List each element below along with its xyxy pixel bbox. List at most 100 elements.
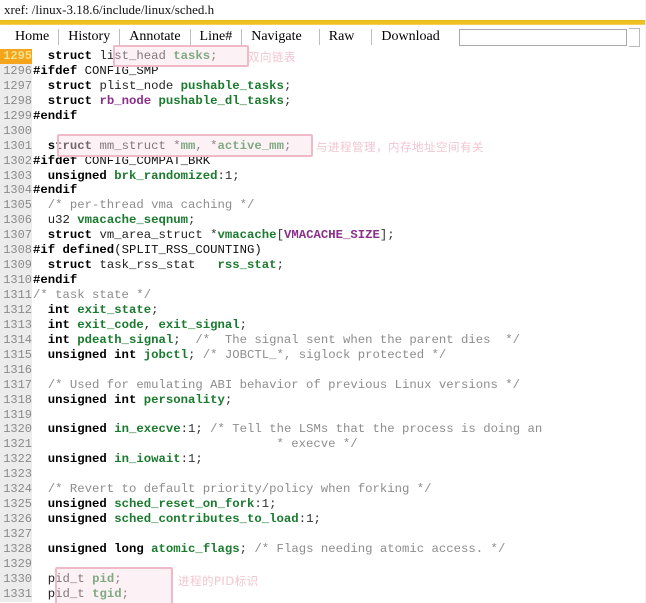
line-number[interactable]: 1330 [0,571,32,587]
code-symbol[interactable]: brk_randomized [114,169,217,183]
code-token: /* The signal sent when the parent dies … [195,332,521,347]
code-symbol[interactable]: in_iowait [114,452,180,466]
code-token: CONFIG_COMPAT_BRK [77,153,211,168]
line-number[interactable]: 1304 [0,183,32,199]
code-line: 1329 [0,556,646,572]
code-line: 1321 * execve */ [0,437,646,453]
menu-item-annotate[interactable]: Annotate [120,27,189,47]
code-symbol[interactable]: exit_code [77,318,143,332]
code-token: /* Flags needing atomic access. */ [254,541,506,556]
code-token: (SPLIT_RSS_COUNTING) [114,243,262,258]
line-number[interactable]: 1305 [0,198,32,214]
menu-item-line-number[interactable]: Line# [191,27,242,47]
line-number[interactable]: 1315 [0,347,32,363]
code-symbol[interactable]: pushable_dl_tasks [158,94,283,108]
menu-item-navigate[interactable]: Navigate [242,27,311,47]
code-symbol[interactable]: tgid [92,587,122,601]
line-number[interactable]: 1329 [0,556,32,572]
code-line: 1306 u32 vmacache_seqnum; [0,213,646,229]
code-token: pid_t [47,586,85,601]
code-symbol[interactable]: vmacache_seqnum [77,213,188,227]
line-number[interactable]: 1328 [0,541,32,557]
menu-item-download[interactable]: Download [372,27,448,47]
code-token: unsigned long [47,541,144,556]
line-number[interactable]: 1320 [0,422,32,438]
code-token: * execve */ [33,437,358,452]
line-number[interactable]: 1300 [0,123,32,139]
line-number[interactable]: 1322 [0,452,32,468]
code-symbol[interactable]: vmacache [218,228,277,242]
code-token: ; [173,332,196,347]
code-symbol[interactable]: pid [92,572,114,586]
menu-item-home[interactable]: Home [6,27,58,47]
code-line: 1323 [0,467,646,483]
line-number[interactable]: 1317 [0,377,32,393]
code-token: ; [121,586,129,601]
line-number[interactable]: 1295 [0,49,32,64]
search-submit-button[interactable] [628,27,640,47]
code-symbol[interactable]: pushable_tasks [181,79,284,93]
line-number[interactable]: 1327 [0,527,32,542]
code-token: ; [239,541,255,556]
code-symbol[interactable]: sched_contributes_to_load [114,512,298,526]
code-symbol[interactable]: atomic_flags [151,542,240,556]
code-token: #endif [33,108,78,123]
code-token: unsigned [47,452,107,467]
code-token: list_head [99,49,166,63]
line-number[interactable]: 1312 [0,302,32,318]
line-number[interactable]: 1310 [0,273,32,289]
code-symbol[interactable]: jobctl [144,348,188,362]
line-number[interactable]: 1319 [0,407,32,423]
line-number[interactable]: 1298 [0,93,32,109]
code-symbol[interactable]: pdeath_signal [77,333,173,347]
line-number[interactable]: 1308 [0,243,32,259]
line-number[interactable]: 1313 [0,317,32,333]
line-number[interactable]: 1301 [0,138,32,154]
code-token: ; [210,49,218,63]
line-number[interactable]: 1302 [0,153,32,169]
code-symbol[interactable]: exit_state [77,303,151,317]
code-token: ; [283,78,292,93]
line-number[interactable]: 1306 [0,213,32,229]
line-number[interactable]: 1326 [0,512,32,528]
line-number[interactable]: 1296 [0,63,32,79]
line-number[interactable]: 1331 [0,586,32,602]
line-number[interactable]: 1324 [0,482,32,498]
code-symbol[interactable]: personality [144,393,225,407]
code-symbol[interactable]: VMACACHE_SIZE [284,228,380,242]
code-token: :1; [180,422,211,437]
line-number[interactable]: 1314 [0,332,32,348]
line-number[interactable]: 1318 [0,392,32,408]
line-number[interactable]: 1321 [0,437,32,453]
code-line: 1327 [0,527,646,542]
code-token: ; [188,347,203,362]
search-input[interactable] [458,28,627,46]
line-number[interactable]: 1309 [0,258,32,274]
code-symbol[interactable]: in_execve [114,422,180,436]
code-symbol[interactable]: rss_stat [218,258,277,272]
line-number[interactable]: 1307 [0,228,32,244]
menu-item-history[interactable]: History [59,27,119,47]
line-number[interactable]: 1303 [0,168,32,184]
code-line: 1297 struct plist_node pushable_tasks; [0,78,646,94]
line-number[interactable]: 1297 [0,78,32,94]
code-symbol[interactable]: exit_signal [158,318,239,332]
line-number[interactable]: 1299 [0,108,32,124]
line-number[interactable]: 1323 [0,467,32,483]
code-symbol[interactable]: active_mm [218,139,284,153]
code-token: ; [276,258,284,273]
line-number[interactable]: 1311 [0,288,32,303]
menu-item-raw[interactable]: Raw [320,27,364,47]
line-number[interactable]: 1316 [0,362,32,378]
line-number[interactable]: 1325 [0,497,32,513]
code-symbol[interactable]: mm [181,139,196,153]
code-symbol[interactable]: sched_reset_on_fork [114,497,254,511]
code-symbol[interactable]: rb_node [99,94,151,108]
code-symbol[interactable]: tasks [173,49,210,63]
